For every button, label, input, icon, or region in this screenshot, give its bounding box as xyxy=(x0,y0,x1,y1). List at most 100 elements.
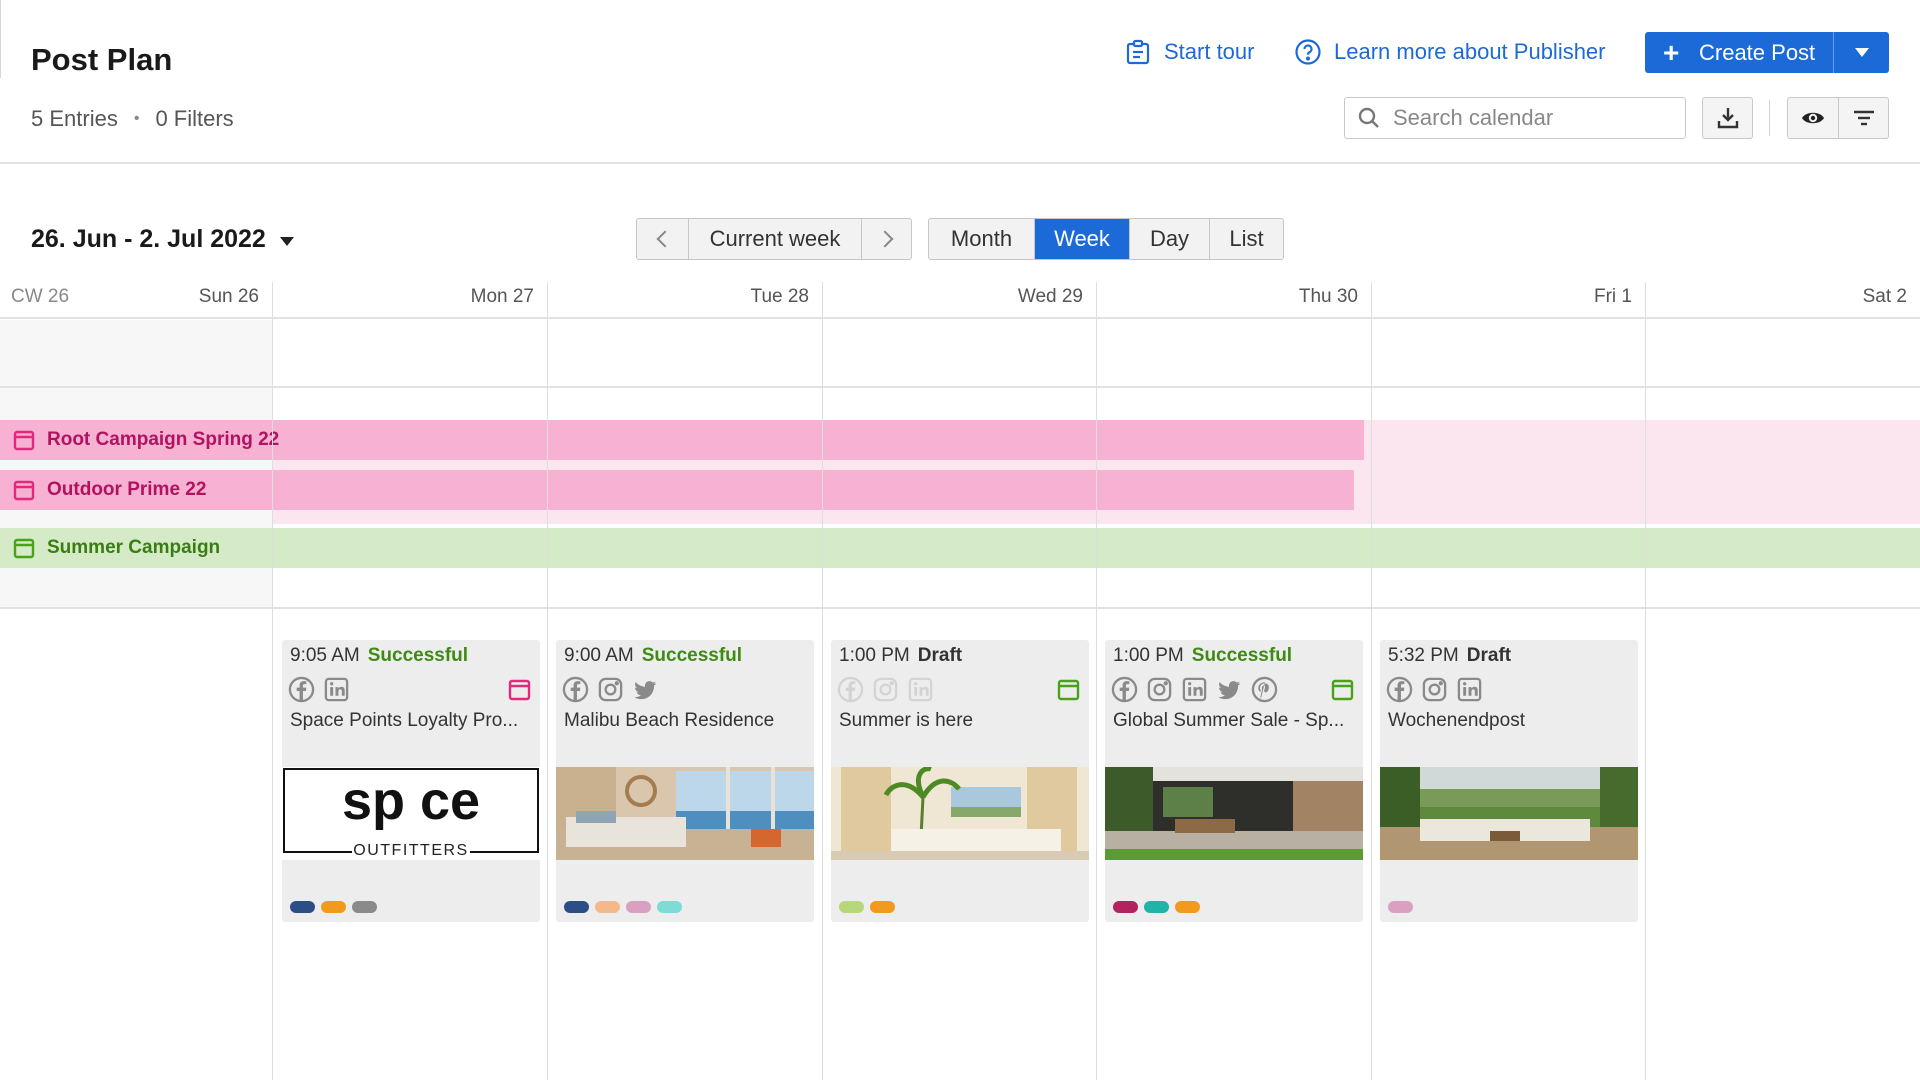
column-divider xyxy=(1645,282,1646,1080)
instagram-icon xyxy=(1147,677,1172,702)
summary-line: 5 Entries • 0 Filters xyxy=(31,106,234,132)
tag-chip xyxy=(839,901,864,913)
tag-chip xyxy=(1144,901,1169,913)
tag-chip xyxy=(290,901,315,913)
pinterest-icon xyxy=(1251,676,1278,703)
filter-button[interactable] xyxy=(1838,97,1889,139)
day-label-wed: Wed 29 xyxy=(1017,286,1083,307)
campaign-calendar-icon xyxy=(1057,679,1080,701)
tag-chip xyxy=(870,901,895,913)
create-post-dropdown-toggle[interactable] xyxy=(1833,32,1889,73)
post-time: 9:05 AM xyxy=(290,645,360,666)
campaign-bar-outdoor-prime[interactable]: Outdoor Prime 22 xyxy=(0,470,1354,510)
download-button[interactable] xyxy=(1702,97,1753,139)
week-navigation: Current week xyxy=(636,218,912,260)
campaign-name: Summer Campaign xyxy=(47,537,221,558)
network-icons xyxy=(1386,676,1483,703)
create-post-label: Create Post xyxy=(1699,39,1816,65)
view-week-button[interactable]: Week xyxy=(1035,219,1130,259)
post-card[interactable]: 9:00 AM Successful Malibu Beach Residence xyxy=(556,640,814,922)
space-outfitters-logo-image: sp ce OUTFITTERS xyxy=(282,767,540,860)
filters-count[interactable]: 0 Filters xyxy=(155,106,233,132)
header-divider xyxy=(0,0,1,78)
campaign-calendar-icon xyxy=(1331,679,1354,701)
post-card[interactable]: 1:00 PM Draft Summer is here xyxy=(831,640,1089,922)
eye-icon xyxy=(1802,112,1824,124)
twitter-icon xyxy=(634,681,657,700)
learn-more-link[interactable]: Learn more about Publisher xyxy=(1294,38,1606,66)
post-time: 1:00 PM xyxy=(1113,645,1184,666)
day-header-row: CW 26 Sun 26 Mon 27 Tue 28 Wed 29 Thu 30… xyxy=(0,280,1920,319)
calendar-icon xyxy=(13,538,35,559)
day-label-thu: Thu 30 xyxy=(1298,286,1358,307)
post-card[interactable]: 5:32 PM Draft Wochenendpost xyxy=(1380,640,1638,922)
post-title: Global Summer Sale - Sp... xyxy=(1113,710,1345,731)
chevron-right-icon xyxy=(876,230,893,248)
bedroom-ocean-image xyxy=(556,767,814,860)
campaign-name: Root Campaign Spring 22 xyxy=(47,429,280,450)
campaign-area-divider xyxy=(0,607,1920,609)
linkedin-icon xyxy=(324,677,349,702)
tag-chip xyxy=(657,901,682,913)
toolbar-divider xyxy=(1769,100,1770,136)
post-card[interactable]: 9:05 AM Successful Space Points Loyalty P… xyxy=(282,640,540,922)
post-status: Successful xyxy=(367,645,469,666)
day-label-sun: Sun 26 xyxy=(198,286,259,307)
start-tour-link[interactable]: Start tour xyxy=(1124,38,1254,66)
day-label-sat: Sat 2 xyxy=(1862,286,1907,307)
date-range-picker[interactable]: 26. Jun - 2. Jul 2022 xyxy=(31,225,294,254)
post-image xyxy=(831,767,1089,860)
caret-down-icon xyxy=(279,237,294,246)
page-header: Post Plan 5 Entries • 0 Filters Start to… xyxy=(0,0,1920,164)
post-card[interactable]: 1:00 PM Successful Global Summer Sale - S… xyxy=(1105,640,1363,922)
tag-chip xyxy=(626,901,651,913)
campaign-name: Outdoor Prime 22 xyxy=(47,479,207,500)
view-month-button[interactable]: Month xyxy=(929,219,1035,259)
post-image xyxy=(1105,767,1363,860)
post-image: sp ce OUTFITTERS xyxy=(282,767,540,860)
tag-chip xyxy=(1388,901,1413,913)
caret-down-icon xyxy=(1854,48,1869,57)
campaign-bar-summer[interactable]: Summer Campaign xyxy=(0,528,1920,568)
villa-exterior-image xyxy=(1105,767,1363,860)
search-box[interactable] xyxy=(1344,97,1686,139)
search-input[interactable] xyxy=(1393,105,1673,131)
facebook-icon xyxy=(1386,676,1413,703)
logo-text: sp ce xyxy=(342,771,480,831)
download-icon xyxy=(1717,108,1738,129)
previous-week-button[interactable] xyxy=(637,219,689,259)
calendar-week-label: CW 26 xyxy=(11,286,70,307)
facebook-icon xyxy=(1111,676,1138,703)
date-range-label: 26. Jun - 2. Jul 2022 xyxy=(31,225,266,253)
post-title: Malibu Beach Residence xyxy=(564,710,775,731)
column-divider xyxy=(1371,282,1372,1080)
create-post-button[interactable]: + Create Post xyxy=(1645,32,1889,73)
next-week-button[interactable] xyxy=(862,219,911,259)
tag-chip xyxy=(1113,901,1138,913)
day-label-fri: Fri 1 xyxy=(1594,286,1632,307)
view-list-button[interactable]: List xyxy=(1210,219,1283,259)
filter-icon xyxy=(1853,110,1874,126)
post-meta: 1:00 PM Successful xyxy=(1113,645,1292,667)
network-icons xyxy=(837,676,934,703)
calendar-icon xyxy=(13,480,35,501)
calendar-icon xyxy=(13,430,35,451)
facebook-icon xyxy=(288,676,315,703)
post-status: Draft xyxy=(917,645,963,666)
post-status: Draft xyxy=(1466,645,1512,666)
post-status: Successful xyxy=(1191,645,1293,666)
current-week-button[interactable]: Current week xyxy=(689,219,862,259)
post-tags xyxy=(564,901,682,913)
post-image xyxy=(1380,767,1638,860)
garden-lounge-image xyxy=(1380,767,1638,860)
view-day-button[interactable]: Day xyxy=(1130,219,1210,259)
post-tags xyxy=(839,901,895,913)
network-icons xyxy=(1111,676,1278,703)
post-meta: 9:05 AM Successful xyxy=(290,645,468,667)
allday-row-divider xyxy=(0,386,1920,388)
view-switcher: Month Week Day List xyxy=(928,218,1284,260)
preview-toggle-button[interactable] xyxy=(1787,97,1839,139)
network-icons xyxy=(562,676,659,703)
facebook-icon xyxy=(837,676,864,703)
campaign-bar-root-campaign[interactable]: Root Campaign Spring 22 xyxy=(0,420,1364,460)
